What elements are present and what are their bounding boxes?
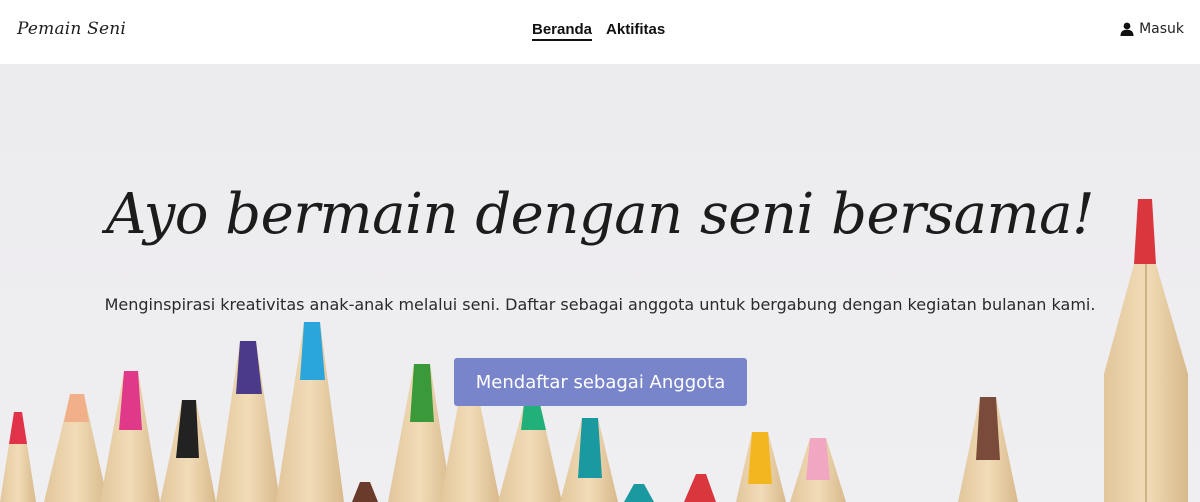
hero-headline: Ayo bermain dengan seni bersama!	[105, 182, 1095, 247]
register-member-button[interactable]: Mendaftar sebagai Anggota	[454, 358, 747, 406]
brand-logo[interactable]: Pemain Seni	[17, 19, 126, 39]
nav-link-beranda[interactable]: Beranda	[532, 21, 593, 41]
hero-section: Ayo bermain dengan seni bersama! Mengins…	[0, 64, 1200, 502]
user-icon	[1120, 22, 1134, 36]
pencils-background-image	[0, 199, 1188, 502]
navbar: Pemain Seni Beranda Aktifitas Masuk	[0, 0, 1200, 64]
hero-subtext: Menginspirasi kreativitas anak-anak mela…	[104, 295, 1096, 314]
nav-links: Beranda Aktifitas	[532, 21, 665, 41]
login-label: Masuk	[1139, 21, 1184, 37]
login-link[interactable]: Masuk	[1120, 21, 1184, 37]
nav-link-aktifitas[interactable]: Aktifitas	[606, 21, 665, 41]
